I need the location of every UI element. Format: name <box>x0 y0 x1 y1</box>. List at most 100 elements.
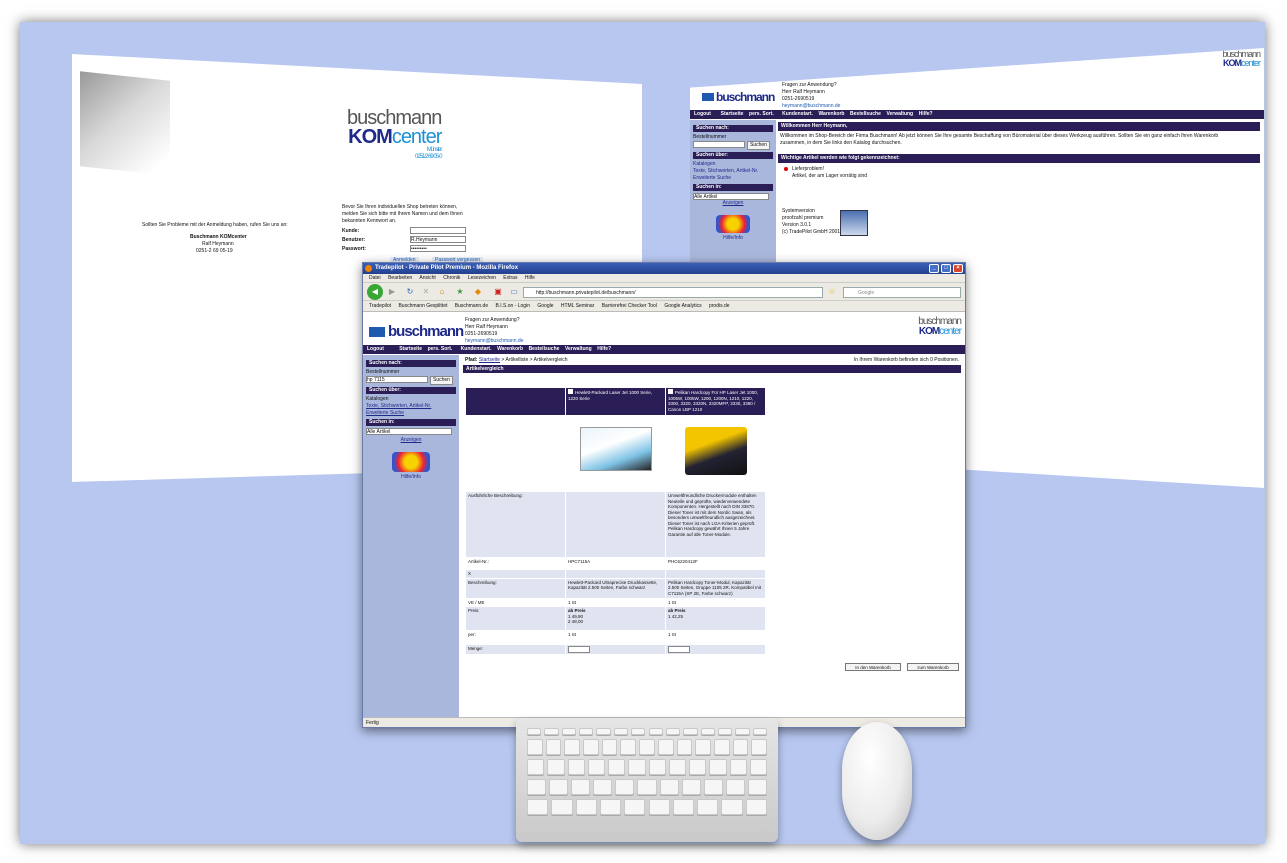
keyboard-key <box>721 799 743 815</box>
side-link-texte[interactable]: Texte, Stichworten, Artikel-Nr. <box>693 168 763 175</box>
bookmark-toolbar-icon[interactable]: ★ <box>453 285 467 299</box>
nav-logout[interactable]: Logout <box>367 346 384 352</box>
side-search-input[interactable] <box>693 141 745 148</box>
bookmark-item[interactable]: Google Analytics <box>664 303 701 309</box>
contact-email[interactable]: heymann@buschmann.de <box>782 103 840 110</box>
nav-pers-sort[interactable]: pers. Sort. <box>428 346 453 352</box>
side-search-label: Bestellnummer <box>366 369 400 375</box>
bookmark-item[interactable]: Barrierefrei Checker Tool <box>602 303 657 309</box>
bookmark-item[interactable]: B.I.S.on - Login <box>496 303 530 309</box>
menu-bearbeiten[interactable]: Bearbeiten <box>388 275 412 281</box>
bookmark-item[interactable]: Buschmann Gesplittet <box>398 303 447 309</box>
menu-ansicht[interactable]: Ansicht <box>419 275 435 281</box>
keyboard-key <box>697 799 719 815</box>
row-label: Beschreibung: <box>465 577 566 599</box>
checkbox-icon[interactable] <box>568 389 573 394</box>
menu-extras[interactable]: Extras <box>503 275 517 281</box>
site-contact-block: Fragen zur Anwendung? Herr Ralf Heymann … <box>465 317 523 345</box>
bookmark-item[interactable]: Buschmann.de <box>455 303 488 309</box>
zum-warenkorb-button[interactable]: zum Warenkorb <box>907 663 959 671</box>
menu-lesezeichen[interactable]: Lesezeichen <box>468 275 496 281</box>
checkbox-icon[interactable] <box>668 389 673 394</box>
side-link-texte[interactable]: Texte, Stichworten, Artikel-Nr. <box>366 403 438 410</box>
keyboard-key <box>752 728 767 735</box>
side-anzeigen-link[interactable]: Anzeigen <box>366 437 456 444</box>
menu-datei[interactable]: Datei <box>369 275 381 281</box>
benutzer-input[interactable]: R.Heymann <box>410 236 466 243</box>
close-button[interactable]: × <box>953 264 963 273</box>
side-link-erweitert[interactable]: Erweiterte Suche <box>366 410 456 417</box>
row-label: Menge: <box>465 644 566 655</box>
stop-icon[interactable]: ✕ <box>419 285 433 299</box>
product1-image[interactable] <box>565 415 666 492</box>
menu-chronik[interactable]: Chronik <box>443 275 460 281</box>
nav-startseite[interactable]: Startseite <box>721 111 744 117</box>
reload-icon[interactable]: ↻ <box>403 285 417 299</box>
keyboard-key <box>639 739 655 755</box>
side-anzeigen-link[interactable]: Anzeigen <box>693 200 773 207</box>
nav-logout[interactable]: Logout <box>694 111 711 117</box>
keyboard-key <box>587 759 605 775</box>
side-search-button[interactable]: Suchen <box>747 141 770 150</box>
address-bar[interactable]: http://buschmann.privatepilot.de/buschma… <box>523 287 823 298</box>
nav-warenkorb[interactable]: Warenkorb <box>819 111 845 117</box>
side-in-heading: Suchen in: <box>366 419 456 426</box>
keyboard-key <box>527 779 547 795</box>
side-search-input[interactable]: hp 7115 <box>366 376 428 383</box>
side-select[interactable]: Alle Artikel <box>366 428 452 435</box>
keyboard-key <box>575 799 597 815</box>
rss-icon[interactable]: ◆ <box>471 285 485 299</box>
back-icon[interactable]: ◀ <box>367 284 383 300</box>
keyboard-key <box>596 728 611 735</box>
side-search-button[interactable]: Suchen <box>430 376 453 385</box>
table-row <box>465 415 766 492</box>
row-label: Ausführliche Beschreibung: <box>465 491 566 558</box>
side-hilfe-link[interactable]: Hilfe/Info <box>366 474 456 481</box>
nav-pers-sort[interactable]: pers. Sort. <box>749 111 774 117</box>
product1-qty-input[interactable] <box>568 646 590 653</box>
contact-email[interactable]: heymann@buschmann.de <box>465 338 523 345</box>
side-link-katalog[interactable]: Katalogen <box>693 161 773 168</box>
kunde-input[interactable] <box>410 227 466 234</box>
side-select[interactable]: Alle Artikel <box>693 193 769 200</box>
bookmark-item[interactable]: Google <box>537 303 553 309</box>
preis-head: ab Preis <box>668 608 686 613</box>
product2-qty-input[interactable] <box>668 646 690 653</box>
product2-image[interactable] <box>665 415 766 492</box>
keyboard-key <box>631 728 646 735</box>
notice-line-1: Lieferproblem! <box>792 166 824 172</box>
nav-kundenstart[interactable]: Kundenstart. <box>782 111 813 117</box>
nav-verwaltung[interactable]: Verwaltung <box>886 111 913 117</box>
menu-hilfe[interactable]: Hilfe <box>525 275 535 281</box>
nav-warenkorb[interactable]: Warenkorb <box>497 346 523 352</box>
bookmark-item[interactable]: Tradepilot <box>369 303 391 309</box>
side-hilfe-link[interactable]: Hilfe/Info <box>693 235 773 242</box>
home-icon[interactable]: ⌂ <box>435 285 449 299</box>
contact-line: 0251-2690519 <box>465 331 498 337</box>
nav-verwaltung[interactable]: Verwaltung <box>565 346 592 352</box>
passwort-input[interactable]: ••••••••• <box>410 245 466 252</box>
search-box[interactable]: Google <box>843 287 961 298</box>
star-icon[interactable]: ☆ <box>825 285 839 299</box>
keyboard-key <box>583 739 599 755</box>
side-link-katalog[interactable]: Katalogen <box>366 396 456 403</box>
nav-bestellsuche[interactable]: Bestellsuche <box>850 111 881 117</box>
breadcrumb-start-link[interactable]: Startseite <box>479 357 500 363</box>
nav-startseite[interactable]: Startseite <box>399 346 422 352</box>
side-search-heading: Suchen nach: <box>366 360 456 367</box>
side-link-erweitert[interactable]: Erweiterte Suche <box>693 175 773 182</box>
compare-table-wrap: Hewlett-Packard Laser Jet 1000 Serie, 12… <box>465 387 766 655</box>
bookmark-item[interactable]: prodis.de <box>709 303 730 309</box>
page-icon[interactable]: ▭ <box>507 285 521 299</box>
bookmark-item[interactable]: HTML Seminar <box>561 303 594 309</box>
nav-kundenstart[interactable]: Kundenstart. <box>461 346 492 352</box>
nav-hilfe[interactable]: Hilfe? <box>597 346 611 352</box>
nav-bestellsuche[interactable]: Bestellsuche <box>529 346 560 352</box>
keyboard-key <box>593 779 613 795</box>
in-warenkorb-button[interactable]: In den Warenkorb <box>845 663 901 671</box>
forward-icon[interactable]: ▶ <box>385 285 399 299</box>
nav-hilfe[interactable]: Hilfe? <box>919 111 933 117</box>
minimize-button[interactable]: _ <box>929 264 939 273</box>
maximize-button[interactable]: □ <box>941 264 951 273</box>
print-icon[interactable]: ▣ <box>491 285 505 299</box>
